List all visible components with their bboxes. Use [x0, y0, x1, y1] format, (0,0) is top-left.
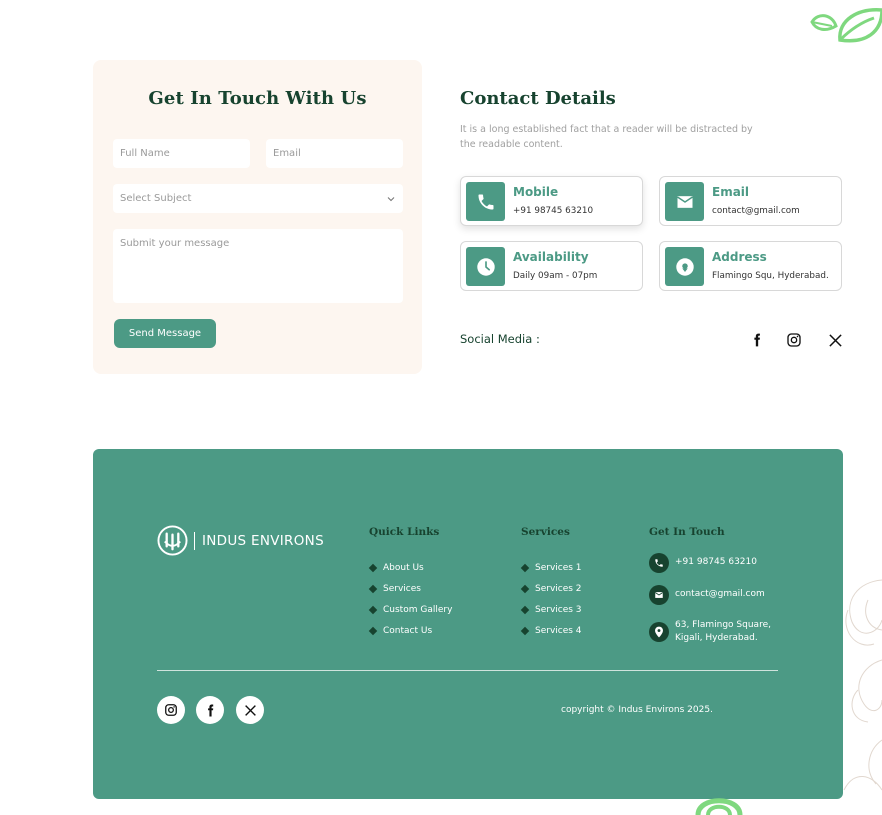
subject-placeholder: Select Subject — [120, 193, 192, 204]
quick-links-list: About Us Services Custom Gallery Contact… — [368, 557, 453, 641]
service-link-1[interactable]: Services 1 — [520, 557, 582, 578]
send-message-button[interactable]: Send Message — [114, 319, 216, 348]
mail-icon — [649, 585, 669, 605]
service-link-4[interactable]: Services 4 — [520, 620, 582, 641]
footer: INDUS ENVIRONS Quick Links About Us Serv… — [93, 449, 843, 799]
diamond-bullet-icon — [520, 563, 530, 572]
contact-details-title: Contact Details — [460, 88, 616, 109]
clock-icon — [466, 247, 505, 286]
service-link-label: Services 2 — [535, 583, 582, 594]
service-link-label: Services 3 — [535, 604, 582, 615]
diamond-bullet-icon — [520, 626, 530, 635]
get-in-touch-title: Get In Touch — [649, 526, 725, 538]
email-input[interactable]: Email — [266, 139, 403, 168]
footer-divider — [157, 670, 778, 671]
location-pin-icon — [665, 247, 704, 286]
contact-form-card: Get In Touch With Us Full Name Email Sel… — [93, 60, 422, 374]
address-value: Flamingo Squ, Hyderabad. — [712, 271, 829, 281]
phone-icon — [649, 553, 669, 573]
mobile-card[interactable]: Mobile +91 98745 63210 — [460, 176, 643, 226]
subject-select[interactable]: Select Subject — [113, 184, 403, 213]
chevron-down-icon — [387, 197, 395, 202]
footer-instagram-icon[interactable] — [157, 696, 185, 724]
logo-separator — [194, 531, 195, 550]
x-icon[interactable] — [825, 330, 845, 350]
quick-links-title: Quick Links — [369, 526, 440, 538]
arch-decoration-icon — [695, 798, 743, 815]
footer-x-icon[interactable] — [236, 696, 264, 724]
footer-address-text: 63, Flamingo Square, Kigali, Hyderabad. — [675, 619, 771, 645]
services-list: Services 1 Services 2 Services 3 Service… — [520, 557, 582, 641]
availability-label: Availability — [513, 250, 589, 264]
mobile-label: Mobile — [513, 185, 559, 199]
diamond-bullet-icon — [368, 626, 378, 635]
quick-link-label: About Us — [383, 562, 424, 573]
footer-phone-text: +91 98745 63210 — [675, 557, 757, 567]
availability-value: Daily 09am - 07pm — [513, 271, 598, 281]
location-pin-icon — [649, 622, 669, 642]
service-link-label: Services 1 — [535, 562, 582, 573]
footer-address[interactable]: 63, Flamingo Square, Kigali, Hyderabad. — [649, 619, 771, 645]
availability-card[interactable]: Availability Daily 09am - 07pm — [460, 241, 643, 291]
footer-facebook-icon[interactable] — [196, 696, 224, 724]
quick-link-contact[interactable]: Contact Us — [368, 620, 452, 641]
message-placeholder: Submit your message — [120, 238, 230, 249]
address-card[interactable]: Address Flamingo Squ, Hyderabad. — [659, 241, 842, 291]
email-label: Email — [712, 185, 750, 199]
copyright-text: copyright © Indus Environs 2025. — [561, 705, 713, 715]
service-link-label: Services 4 — [535, 625, 582, 636]
address-line-1: 63, Flamingo Square, — [675, 620, 771, 630]
diamond-bullet-icon — [368, 584, 378, 593]
brand-logo-icon — [157, 525, 188, 556]
quick-link-label: Contact Us — [383, 625, 433, 636]
contact-details-description: It is a long established fact that a rea… — [460, 124, 753, 150]
footer-phone[interactable]: +91 98745 63210 — [649, 553, 757, 573]
full-name-placeholder: Full Name — [120, 148, 170, 159]
diamond-bullet-icon — [520, 605, 530, 614]
address-line-2: Kigali, Hyderabad. — [675, 633, 758, 643]
leaf-decoration-icon — [810, 8, 882, 43]
quick-link-label: Custom Gallery — [383, 604, 453, 615]
social-media-label: Social Media : — [460, 332, 540, 346]
footer-logo[interactable]: INDUS ENVIRONS — [157, 525, 324, 556]
diamond-bullet-icon — [368, 563, 378, 572]
facebook-icon[interactable] — [747, 330, 767, 350]
brand-name: INDUS ENVIRONS — [202, 532, 324, 549]
footer-email-text: contact@gmail.com — [675, 589, 765, 599]
quick-link-services[interactable]: Services — [368, 578, 452, 599]
footer-email[interactable]: contact@gmail.com — [649, 585, 765, 605]
diamond-bullet-icon — [368, 605, 378, 614]
form-title: Get In Touch With Us — [148, 88, 367, 109]
full-name-input[interactable]: Full Name — [113, 139, 250, 168]
floral-decoration-icon — [843, 579, 882, 791]
diamond-bullet-icon — [520, 584, 530, 593]
phone-icon — [466, 182, 505, 221]
services-title: Services — [521, 526, 570, 538]
email-card[interactable]: Email contact@gmail.com — [659, 176, 842, 226]
mobile-value: +91 98745 63210 — [513, 206, 594, 216]
address-label: Address — [712, 250, 767, 264]
message-textarea[interactable]: Submit your message — [113, 229, 403, 303]
quick-link-about[interactable]: About Us — [368, 557, 452, 578]
mail-icon — [665, 182, 704, 221]
email-value: contact@gmail.com — [712, 206, 800, 216]
email-placeholder: Email — [273, 148, 301, 159]
quick-link-label: Services — [383, 583, 421, 594]
quick-link-gallery[interactable]: Custom Gallery — [368, 599, 453, 620]
instagram-icon[interactable] — [784, 330, 804, 350]
service-link-2[interactable]: Services 2 — [520, 578, 582, 599]
service-link-3[interactable]: Services 3 — [520, 599, 582, 620]
